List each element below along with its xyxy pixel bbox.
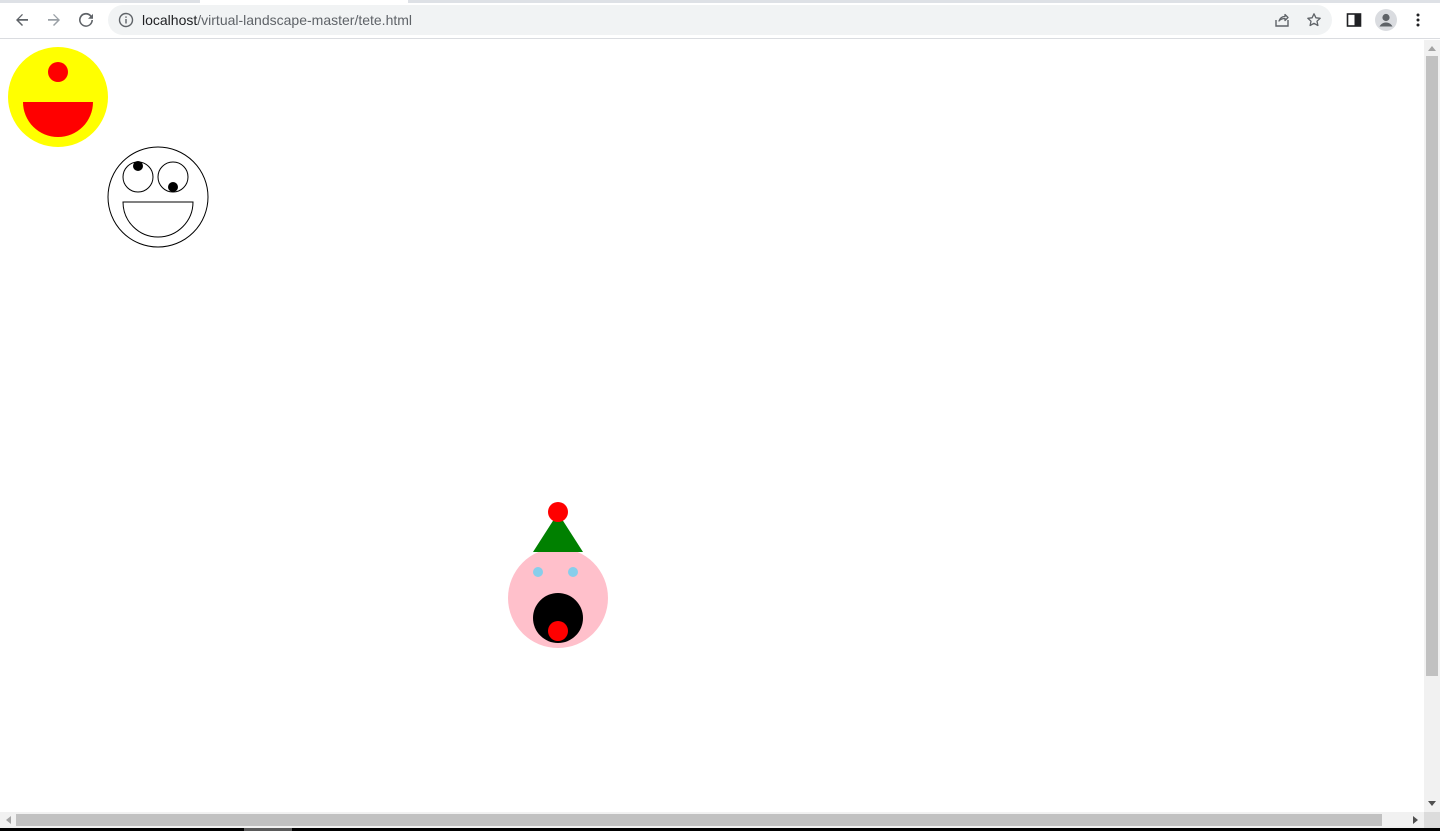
scroll-up-arrow[interactable] — [1424, 40, 1440, 56]
party-face-right-eye — [568, 567, 578, 577]
party-face-tongue — [548, 621, 568, 641]
back-arrow-icon — [16, 14, 28, 26]
scroll-down-arrow[interactable] — [1424, 796, 1440, 812]
party-face — [508, 502, 608, 648]
yellow-face-eye — [48, 62, 68, 82]
forward-button[interactable] — [40, 6, 68, 34]
vertical-scroll-thumb[interactable] — [1426, 56, 1438, 676]
party-face-left-eye — [533, 567, 543, 577]
star-icon — [1307, 13, 1321, 27]
triangle-up-icon — [1428, 46, 1436, 51]
page-viewport — [0, 40, 1424, 812]
side-panel-button[interactable] — [1340, 6, 1368, 34]
vertical-scrollbar[interactable] — [1424, 40, 1440, 812]
scroll-right-arrow[interactable] — [1408, 812, 1424, 828]
url-text[interactable]: localhost/virtual-landscape-master/tete.… — [142, 12, 412, 28]
profile-icon — [1375, 9, 1397, 31]
back-button[interactable] — [8, 6, 36, 34]
menu-button[interactable] — [1404, 6, 1432, 34]
forward-arrow-icon — [48, 14, 60, 26]
horizontal-scrollbar[interactable] — [0, 812, 1424, 828]
tab-strip-edge — [0, 0, 1440, 3]
outline-face — [107, 146, 209, 248]
triangle-left-icon — [6, 816, 11, 824]
outline-face-left-pupil — [133, 161, 143, 171]
bookmark-button[interactable] — [1302, 8, 1326, 32]
kebab-menu-icon — [1416, 13, 1420, 27]
outline-face-right-pupil — [168, 182, 178, 192]
active-tab-edge — [200, 0, 408, 3]
share-icon — [1275, 13, 1289, 27]
horizontal-scroll-thumb[interactable] — [16, 814, 1382, 826]
side-panel-icon — [1346, 13, 1362, 27]
url-host: localhost — [142, 12, 198, 28]
scrollbar-corner — [1424, 812, 1440, 828]
info-icon[interactable] — [118, 12, 134, 28]
triangle-down-icon — [1428, 801, 1436, 806]
profile-button[interactable] — [1372, 6, 1400, 34]
yellow-face — [8, 47, 108, 147]
reload-icon — [79, 12, 93, 27]
address-bar[interactable]: localhost/virtual-landscape-master/tete.… — [108, 5, 1332, 35]
browser-toolbar: localhost/virtual-landscape-master/tete.… — [0, 0, 1440, 39]
scroll-left-arrow[interactable] — [0, 812, 16, 828]
url-path: /virtual-landscape-master/tete.html — [197, 12, 413, 28]
faces-canvas — [8, 47, 608, 648]
share-button[interactable] — [1270, 8, 1294, 32]
party-face-pompom — [548, 502, 568, 522]
reload-button[interactable] — [72, 6, 100, 34]
triangle-right-icon — [1413, 816, 1418, 824]
